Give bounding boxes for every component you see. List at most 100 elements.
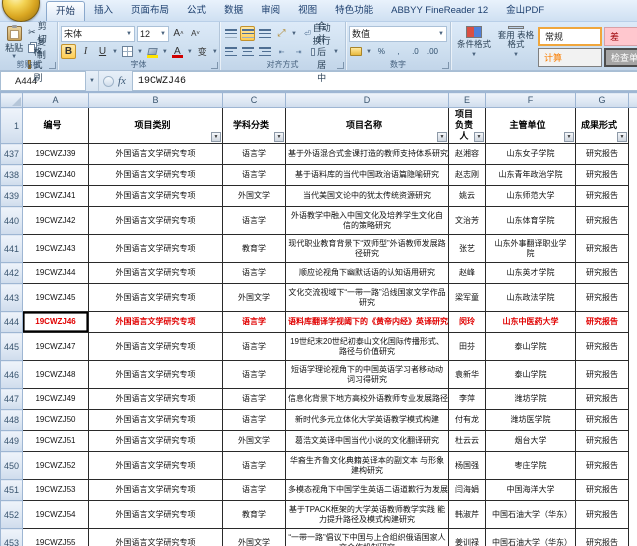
cell[interactable]: 中国海洋大学 xyxy=(486,480,576,501)
cell[interactable]: 19世纪末20世纪初泰山文化国际传播形式、路径与价值研究 xyxy=(286,333,449,361)
cell[interactable]: 外国文学 xyxy=(223,431,286,452)
filter-dropdown-icon[interactable]: ▼ xyxy=(564,132,574,142)
cell[interactable]: 语言学 xyxy=(223,452,286,480)
font-dialog-launcher[interactable] xyxy=(211,62,218,69)
cell[interactable]: 闫海娟 xyxy=(449,480,486,501)
cell[interactable]: 语言学 xyxy=(223,389,286,410)
cell[interactable]: 当代美国文论中的犹太传统资源研究 xyxy=(286,186,449,207)
ribbon-tab-审阅[interactable]: 审阅 xyxy=(252,1,289,21)
cell[interactable]: 教育学 xyxy=(223,235,286,263)
cell[interactable]: 信息化背景下地方高校外语教师专业发展路径研究 xyxy=(286,389,449,410)
cell[interactable]: 张艺 xyxy=(449,235,486,263)
borders-button[interactable] xyxy=(120,44,135,59)
align-left-button[interactable] xyxy=(223,44,238,59)
underline-button[interactable]: U xyxy=(95,44,110,59)
cell[interactable]: 19CWZJ55 xyxy=(23,529,89,546)
cell[interactable]: 付有龙 xyxy=(449,410,486,431)
name-box-dropdown[interactable]: ▼ xyxy=(86,71,99,91)
cell[interactable]: 山东女子学院 xyxy=(486,144,576,165)
cell[interactable]: 外国语言文学研究专项 xyxy=(89,410,223,431)
cell[interactable]: 葛浩文英译中国当代小说的文化翻译研究 xyxy=(286,431,449,452)
cell[interactable]: 外国语言文学研究专项 xyxy=(89,389,223,410)
cell[interactable]: 外国语言文学研究专项 xyxy=(89,186,223,207)
cell[interactable]: 研究报告 xyxy=(576,235,629,263)
row-header[interactable]: 437 xyxy=(1,144,23,165)
format-as-table-button[interactable]: 套用 表格格式▼ xyxy=(496,24,536,60)
cell[interactable]: 语言学 xyxy=(223,165,286,186)
ribbon-tab-金山PDF[interactable]: 金山PDF xyxy=(497,1,553,21)
ribbon-tab-特色功能[interactable]: 特色功能 xyxy=(326,1,382,21)
column-header-G[interactable]: G xyxy=(576,93,629,108)
increase-indent-button[interactable]: ⇥ xyxy=(291,44,306,59)
cell[interactable]: 山东师范大学 xyxy=(486,186,576,207)
cell[interactable]: 研究报告 xyxy=(576,284,629,312)
cell[interactable]: 19CWZJ42 xyxy=(23,207,89,235)
row-header[interactable]: 440 xyxy=(1,207,23,235)
cell[interactable]: 研究报告 xyxy=(576,501,629,529)
cell[interactable]: 外国语言文学研究专项 xyxy=(89,144,223,165)
ribbon-tab-开始[interactable]: 开始 xyxy=(46,1,85,21)
font-color-button[interactable]: A xyxy=(170,44,185,59)
percent-style-button[interactable]: % xyxy=(374,44,389,59)
row-header[interactable]: 442 xyxy=(1,263,23,284)
row-header[interactable]: 446 xyxy=(1,361,23,389)
column-header-A[interactable]: A xyxy=(23,93,89,108)
cell[interactable]: 华裔生齐鲁文化典籍英译本的副文本 与形象建构研究 xyxy=(286,452,449,480)
cell[interactable]: 新时代多元立体化大学英语教学模式构建 xyxy=(286,410,449,431)
cell-style-bad[interactable]: 差 xyxy=(604,27,637,46)
cell[interactable]: 19CWZJ44 xyxy=(23,263,89,284)
row-header[interactable]: 453 xyxy=(1,529,23,546)
cell[interactable]: “一带一路”倡议下中国与上合组织俄语国家人文合作机制研究 xyxy=(286,529,449,546)
row-header[interactable]: 449 xyxy=(1,431,23,452)
cell[interactable]: 研究报告 xyxy=(576,452,629,480)
cell[interactable]: 19CWZJ43 xyxy=(23,235,89,263)
merge-center-button[interactable]: 合并后居中▼ xyxy=(308,44,342,60)
cell[interactable]: 19CWZJ48 xyxy=(23,361,89,389)
column-header-C[interactable]: C xyxy=(223,93,286,108)
cell[interactable]: 语料库翻译学视阈下的《黄帝内经》英译研究 xyxy=(286,312,449,333)
cell[interactable]: 外国语言文学研究专项 xyxy=(89,312,223,333)
row-header[interactable]: 451 xyxy=(1,480,23,501)
filter-dropdown-icon[interactable]: ▼ xyxy=(211,132,221,142)
cell-style-calc[interactable]: 计算 xyxy=(538,48,602,67)
office-button[interactable] xyxy=(2,0,40,22)
row-header[interactable]: 441 xyxy=(1,235,23,263)
cell[interactable]: 研究报告 xyxy=(576,207,629,235)
table-header-cell[interactable]: 学科分类▼ xyxy=(223,108,286,144)
accounting-format-button[interactable] xyxy=(349,44,364,59)
filter-dropdown-icon[interactable]: ▼ xyxy=(437,132,447,142)
alignment-dialog-launcher[interactable] xyxy=(337,62,344,69)
row-header[interactable]: 447 xyxy=(1,389,23,410)
row-header[interactable]: 450 xyxy=(1,452,23,480)
cell[interactable]: 外国语言文学研究专项 xyxy=(89,361,223,389)
align-bottom-button[interactable] xyxy=(257,26,272,41)
insert-function-button[interactable] xyxy=(103,76,114,87)
filter-dropdown-icon[interactable]: ▼ xyxy=(474,132,484,142)
cell[interactable]: 韩淑芹 xyxy=(449,501,486,529)
formula-input[interactable]: 19CWZJ46 xyxy=(132,71,637,91)
cell[interactable]: 山东政法学院 xyxy=(486,284,576,312)
cell[interactable]: 泰山学院 xyxy=(486,333,576,361)
cell[interactable]: 现代职业教育背景下“双师型”外语教师发展路径研究 xyxy=(286,235,449,263)
cell[interactable]: 外国语言文学研究专项 xyxy=(89,431,223,452)
cell[interactable]: 研究报告 xyxy=(576,361,629,389)
decrease-indent-button[interactable]: ⇤ xyxy=(274,44,289,59)
cell[interactable]: 外国语言文学研究专项 xyxy=(89,501,223,529)
cell[interactable]: 基于TPACK框架的大学英语教师教学实践 能力提升路径及模式构建研究 xyxy=(286,501,449,529)
shrink-font-button[interactable]: A˅ xyxy=(188,26,203,41)
cell[interactable]: 19CWZJ45 xyxy=(23,284,89,312)
cell[interactable]: 外国语言文学研究专项 xyxy=(89,333,223,361)
cell[interactable]: 杨国强 xyxy=(449,452,486,480)
cell[interactable]: 赵志刚 xyxy=(449,165,486,186)
cell[interactable]: 研究报告 xyxy=(576,431,629,452)
cell[interactable]: 语言学 xyxy=(223,361,286,389)
cell[interactable]: 19CWZJ41 xyxy=(23,186,89,207)
cell[interactable]: 杜云云 xyxy=(449,431,486,452)
cell[interactable]: 田芬 xyxy=(449,333,486,361)
cell[interactable]: 文化交流视域下“一带一路”沿线国家文学作品研究 xyxy=(286,284,449,312)
ribbon-tab-页面布局[interactable]: 页面布局 xyxy=(122,1,178,21)
cell[interactable]: 19CWZJ53 xyxy=(23,480,89,501)
row-header[interactable]: 1 xyxy=(1,108,23,144)
align-middle-button[interactable] xyxy=(240,26,255,41)
orientation-button[interactable]: ⤢ xyxy=(274,26,289,41)
